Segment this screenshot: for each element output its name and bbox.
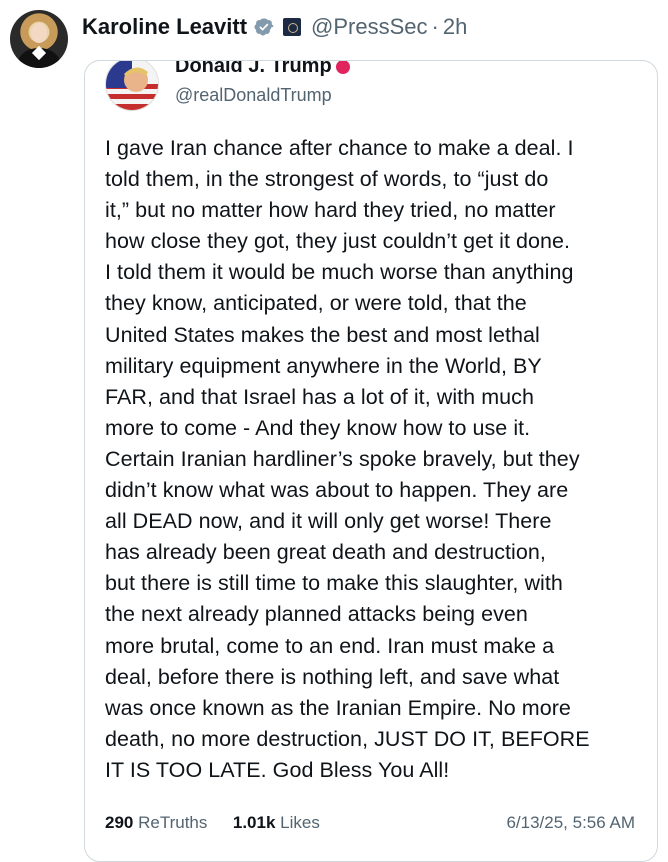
likes-label[interactable]: Likes: [280, 813, 320, 832]
likes-count[interactable]: 1.01k: [233, 813, 276, 832]
quoted-author-avatar[interactable]: [105, 61, 159, 111]
verified-check-icon: [253, 16, 275, 38]
truth-verified-icon: [335, 61, 350, 74]
quoted-post-card[interactable]: Donald J. Trump @realDonaldTrump I gave …: [84, 60, 658, 862]
author-handle[interactable]: @PressSec: [311, 14, 427, 40]
author-avatar[interactable]: [10, 10, 68, 68]
post-stats: 290 ReTruths 1.01k Likes 6/13/25, 5:56 A…: [105, 813, 635, 833]
quoted-author-handle[interactable]: @realDonaldTrump: [175, 85, 332, 106]
retruths-label[interactable]: ReTruths: [138, 813, 207, 832]
quoted-post-body: I gave Iran chance after chance to make …: [105, 136, 590, 782]
post-timestamp[interactable]: 2h: [443, 14, 467, 40]
retruths-count[interactable]: 290: [105, 813, 133, 832]
separator-dot: ·: [431, 14, 439, 39]
post-header: Karoline Leavitt @PressSec · 2h: [82, 14, 467, 40]
avatar-face: [31, 23, 47, 43]
quoted-author-name[interactable]: Donald J. Trump: [175, 61, 350, 78]
author-name[interactable]: Karoline Leavitt: [82, 14, 247, 40]
government-badge-icon: [283, 18, 302, 36]
post-date: 6/13/25, 5:56 AM: [506, 813, 635, 832]
